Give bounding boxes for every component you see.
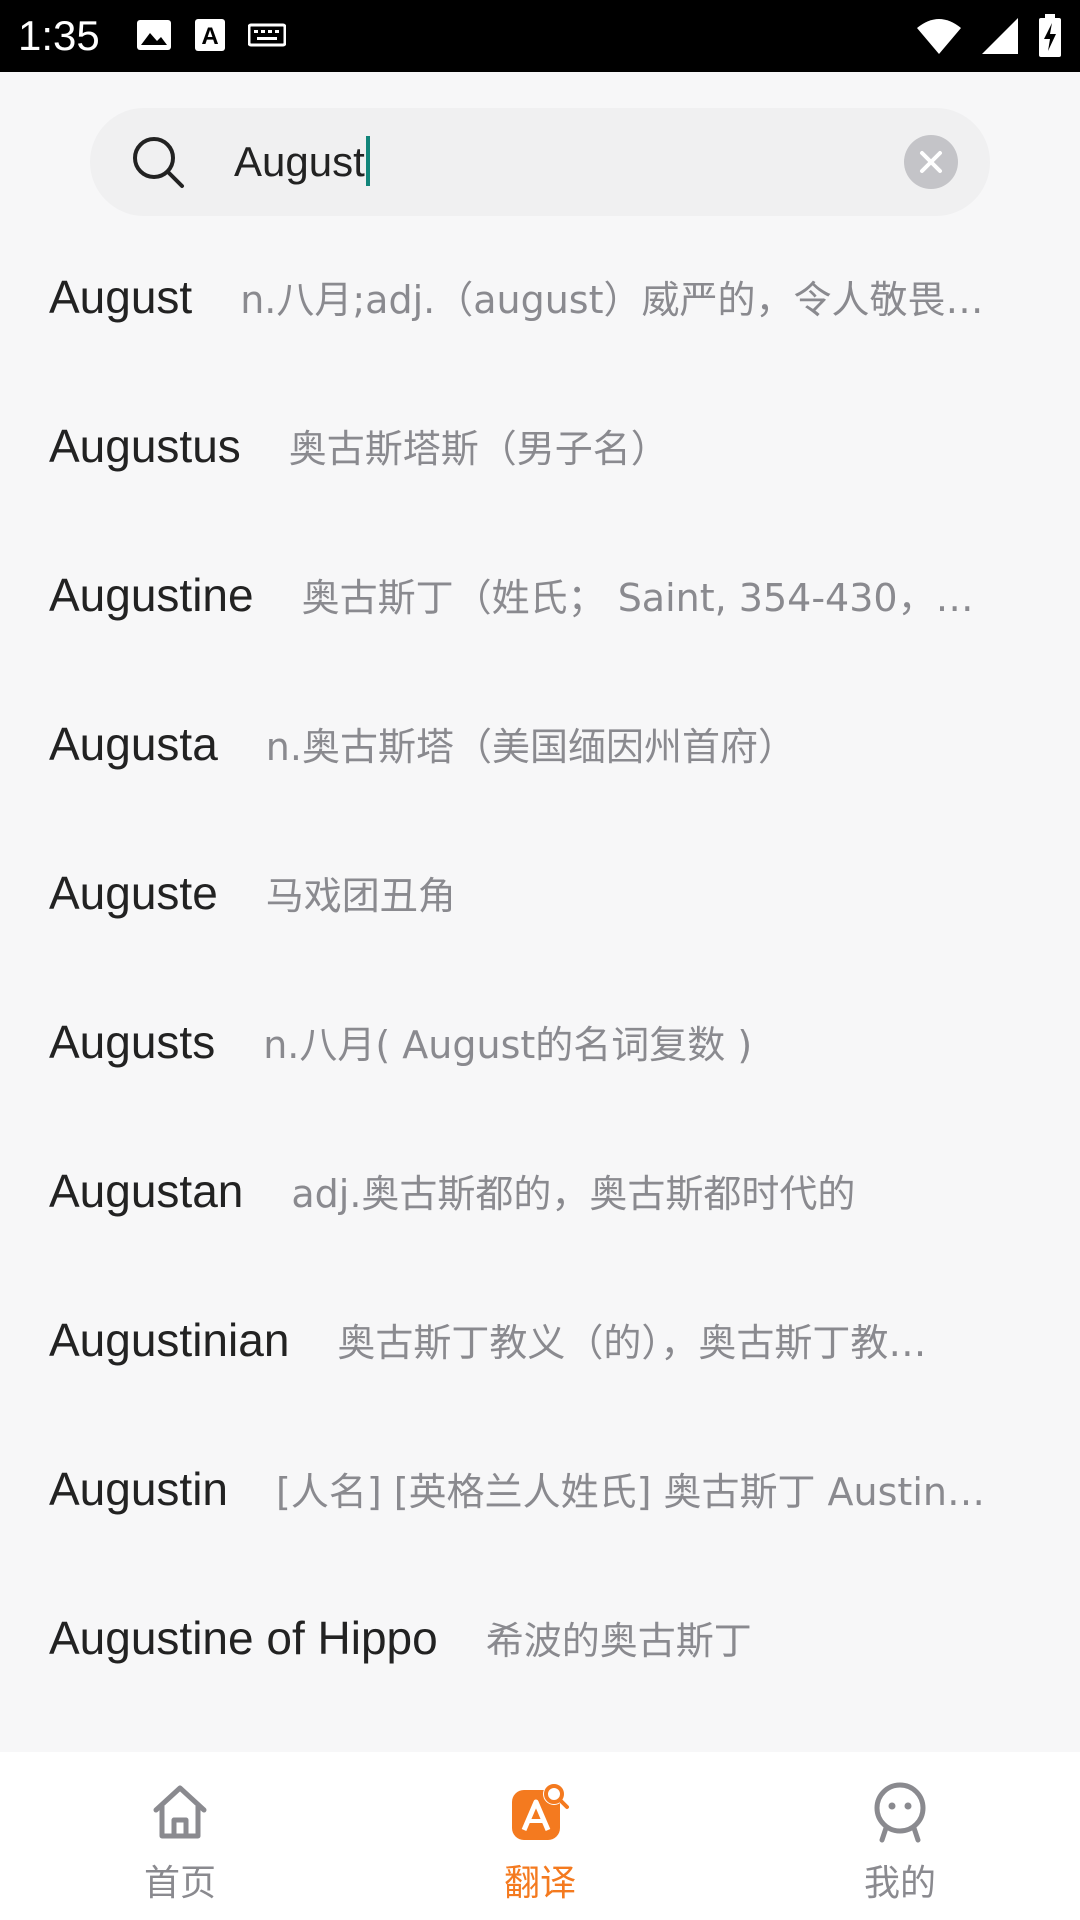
search-input[interactable]: August xyxy=(234,134,370,190)
signal-icon xyxy=(982,18,1018,54)
suggestion-word: Augustinian xyxy=(49,1313,290,1366)
suggestion-item[interactable]: Augustus 奥古斯塔斯（男子名） xyxy=(0,371,1080,520)
status-time: 1:35 xyxy=(18,12,100,59)
suggestion-definition: 奥古斯丁教义（的），奥古斯丁教… xyxy=(337,1321,927,1365)
suggestion-definition: adj.奥古斯都的，奥古斯都时代的 xyxy=(291,1172,856,1216)
nav-label-translate: 翻译 xyxy=(503,1863,576,1904)
suggestion-word: Augustin xyxy=(49,1462,229,1515)
suggestion-definition: n.奥古斯塔（美国缅因州首府） xyxy=(265,725,796,769)
suggestion-definition: 希波的奥古斯丁 xyxy=(485,1619,752,1663)
translate-icon xyxy=(512,1783,569,1840)
suggestion-word: Auguste xyxy=(49,866,218,919)
suggestion-definition: n.八月( August的名词复数 ) xyxy=(263,1023,753,1067)
bottom-navigation: 首页 翻译 我的 xyxy=(0,1752,1080,1920)
suggestion-word: Augustine of Hippo xyxy=(49,1611,438,1664)
suggestion-item[interactable]: Augustine 奥古斯丁（姓氏； Saint, 354-430，… xyxy=(0,520,1080,669)
suggestion-item[interactable]: Augusts n.八月( August的名词复数 ) xyxy=(0,967,1080,1116)
nav-label-profile: 我的 xyxy=(863,1863,936,1904)
keyboard-icon xyxy=(248,23,286,47)
status-icons-left: A xyxy=(136,18,286,52)
suggestion-word: Augustine xyxy=(49,568,254,621)
nav-label-home: 首页 xyxy=(143,1863,216,1904)
search-icon xyxy=(133,137,184,188)
nav-item-home[interactable]: 首页 xyxy=(0,1752,360,1920)
home-icon xyxy=(153,1785,207,1839)
status-bar: 1:35 A xyxy=(0,0,1080,72)
suggestion-list: August n.八月;adj.（august）威严的，令人敬畏… August… xyxy=(0,222,1080,1752)
suggestion-definition: 奥古斯丁（姓氏； Saint, 354-430，… xyxy=(301,576,974,620)
suggestion-word: Augustan xyxy=(49,1164,244,1217)
suggestion-definition: 奥古斯塔斯（男子名） xyxy=(288,427,669,471)
suggestion-item[interactable]: Augustan adj.奥古斯都的，奥古斯都时代的 xyxy=(0,1116,1080,1265)
search-bar[interactable]: August xyxy=(90,108,990,216)
suggestion-item[interactable]: Augustinian 奥古斯丁教义（的），奥古斯丁教… xyxy=(0,1265,1080,1414)
suggestion-definition: [人名] [英格兰人姓氏] 奥古斯丁 Austin… xyxy=(276,1470,985,1514)
svg-text:A: A xyxy=(201,23,218,50)
status-icons-right xyxy=(916,14,1062,58)
suggestion-definition: 马戏团丑角 xyxy=(265,874,456,918)
wifi-icon xyxy=(917,19,961,54)
nav-item-profile[interactable]: 我的 xyxy=(720,1752,1080,1920)
suggestion-word: Augusts xyxy=(49,1015,216,1068)
profile-icon xyxy=(874,1782,926,1843)
suggestion-word: August xyxy=(49,270,193,323)
suggestion-item[interactable]: August n.八月;adj.（august）威严的，令人敬畏… xyxy=(0,222,1080,371)
battery-charging-icon xyxy=(1039,14,1061,57)
search-input-value: August xyxy=(234,138,365,185)
text-a-icon: A xyxy=(195,19,225,51)
suggestion-word: Augustus xyxy=(49,419,241,472)
suggestion-item[interactable]: Augustin [人名] [英格兰人姓氏] 奥古斯丁 Austin… xyxy=(0,1414,1080,1563)
nav-item-translate[interactable]: 翻译 xyxy=(360,1752,720,1920)
suggestion-item[interactable]: Augusta n.奥古斯塔（美国缅因州首府） xyxy=(0,669,1080,818)
suggestion-item[interactable]: Augustine of Hippo 希波的奥古斯丁 xyxy=(0,1563,1080,1712)
suggestion-word: Augusta xyxy=(49,717,218,770)
text-cursor xyxy=(365,136,370,186)
clear-icon[interactable] xyxy=(904,135,958,189)
search-area: August xyxy=(0,72,1080,222)
suggestion-definition: n.八月;adj.（august）威严的，令人敬畏… xyxy=(240,278,984,322)
image-icon xyxy=(137,20,171,50)
suggestion-item[interactable]: Auguste 马戏团丑角 xyxy=(0,818,1080,967)
